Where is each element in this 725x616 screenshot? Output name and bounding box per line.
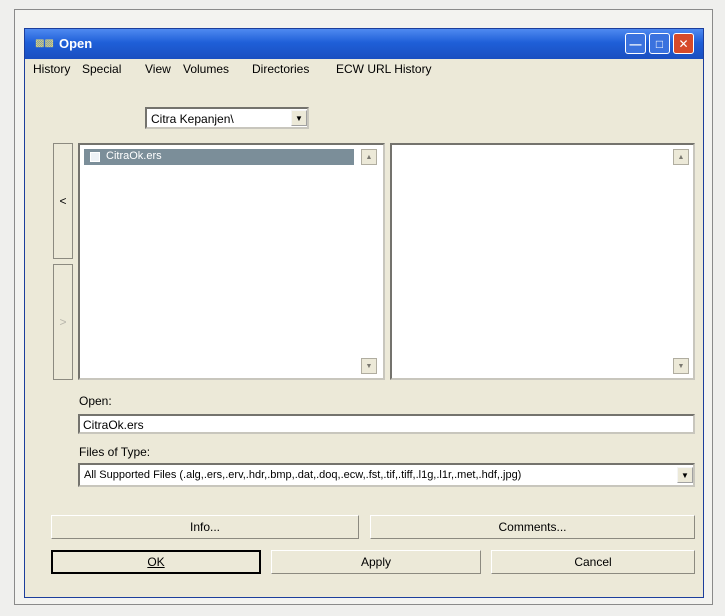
chevron-right-icon: >: [59, 315, 67, 329]
file-list[interactable]: CitraOk.ers ▲ ▼: [78, 143, 385, 380]
info-button-label: Info...: [189, 520, 221, 534]
list-item[interactable]: CitraOk.ers: [84, 149, 354, 165]
apply-button-label: Apply: [360, 555, 392, 569]
menu-bar: History Special View Volumes Directories…: [25, 59, 703, 79]
scroll-down-button[interactable]: ▼: [673, 358, 689, 374]
file-type-value: All Supported Files (.alg,.ers,.erv,.hdr…: [84, 469, 522, 481]
chevron-down-icon[interactable]: ▼: [291, 110, 307, 126]
menu-view[interactable]: View: [145, 62, 171, 76]
cancel-button-label: Cancel: [574, 555, 612, 569]
menu-history[interactable]: History: [33, 62, 70, 76]
info-button[interactable]: Info...: [51, 515, 359, 539]
app-icon: ▩▩: [35, 38, 54, 49]
file-name: CitraOk.ers: [106, 150, 162, 162]
file-type-dropdown[interactable]: All Supported Files (.alg,.ers,.erv,.hdr…: [78, 463, 695, 487]
scroll-up-button[interactable]: ▲: [673, 149, 689, 165]
scroll-up-button[interactable]: ▲: [361, 149, 377, 165]
chevron-left-icon: <: [59, 194, 67, 208]
comments-button-label: Comments...: [498, 520, 567, 534]
comments-button[interactable]: Comments...: [370, 515, 695, 539]
close-icon: ✕: [678, 36, 689, 51]
file-icon: [90, 152, 100, 162]
cancel-button[interactable]: Cancel: [491, 550, 695, 574]
menu-volumes[interactable]: Volumes: [183, 62, 229, 76]
minimize-button[interactable]: —: [625, 33, 646, 54]
maximize-button[interactable]: □: [649, 33, 670, 54]
open-filename-input[interactable]: CitraOk.ers: [78, 414, 695, 434]
minimize-icon: —: [629, 36, 642, 51]
close-button[interactable]: ✕: [673, 33, 694, 54]
menu-ecw-url-history[interactable]: ECW URL History: [336, 62, 432, 76]
open-dialog: ▩▩ Open — □ ✕ History Special View Volum…: [24, 28, 704, 598]
back-button[interactable]: <: [53, 143, 73, 259]
directory-dropdown[interactable]: Citra Kepanjen\ ▼: [145, 107, 309, 129]
ok-button-label: OK: [147, 555, 165, 569]
scroll-down-button[interactable]: ▼: [361, 358, 377, 374]
chevron-down-icon[interactable]: ▼: [677, 467, 693, 483]
forward-button[interactable]: >: [53, 264, 73, 380]
apply-button[interactable]: Apply: [271, 550, 481, 574]
menu-special[interactable]: Special: [82, 62, 121, 76]
maximize-icon: □: [655, 36, 664, 51]
window-title: Open: [59, 36, 93, 51]
directory-value: Citra Kepanjen\: [151, 112, 234, 126]
files-of-type-label: Files of Type:: [79, 445, 151, 459]
open-label: Open:: [79, 394, 112, 408]
preview-list[interactable]: ▲ ▼: [390, 143, 695, 380]
menu-directories[interactable]: Directories: [252, 62, 309, 76]
ok-button[interactable]: OK: [51, 550, 261, 574]
title-bar[interactable]: ▩▩ Open — □ ✕: [25, 29, 703, 59]
open-filename-value: CitraOk.ers: [83, 418, 144, 432]
